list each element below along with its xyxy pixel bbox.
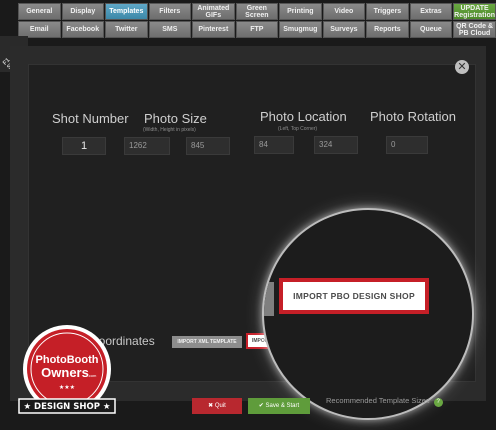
zoom-callout: IMPORT PBO DESIGN SHOP <box>262 208 474 420</box>
zoom-xml-button-edge <box>264 282 274 316</box>
quit-button[interactable]: ✖ Quit <box>192 398 242 414</box>
tab-pinterest[interactable]: Pinterest <box>192 21 235 38</box>
tab-facebook[interactable]: Facebook <box>61 21 105 38</box>
tab-ftp[interactable]: FTP <box>235 21 279 38</box>
close-icon[interactable]: ✕ <box>455 60 469 74</box>
x-icon: ✖ <box>208 403 215 409</box>
photo-location-label: Photo Location <box>260 109 347 124</box>
tab-smugmug[interactable]: Smugmug <box>279 21 322 38</box>
tab-surveys[interactable]: Surveys <box>322 21 366 38</box>
photo-height-field[interactable]: 845 <box>186 137 230 155</box>
tab-triggers[interactable]: Triggers <box>366 3 409 20</box>
logo-ribbon: ★ DESIGN SHOP ★ <box>23 402 110 412</box>
settings-tab-bar: General Display Templates Filters Animat… <box>18 3 496 38</box>
logo-line2: Owners <box>41 365 89 380</box>
tab-twitter[interactable]: Twitter <box>105 21 148 38</box>
tab-queue[interactable]: Queue <box>409 21 453 38</box>
logo-stars: ★★★ <box>59 384 75 391</box>
tab-reports[interactable]: Reports <box>366 21 409 38</box>
photo-size-label: Photo Size <box>144 111 207 126</box>
tab-filters[interactable]: Filters <box>148 3 192 20</box>
shot-number-field[interactable]: 1 <box>62 137 106 155</box>
save-start-label: Save & Start <box>265 403 300 409</box>
tab-sms[interactable]: SMS <box>148 21 192 38</box>
photo-top-field[interactable]: 324 <box>314 136 358 154</box>
tab-templates[interactable]: Templates <box>105 3 148 20</box>
photoboothowners-design-shop-logo: PhotoBooth Owners .com ★★★ ★ DESIGN SHOP… <box>18 325 116 414</box>
tab-video[interactable]: Video <box>322 3 366 20</box>
photo-rotation-field[interactable]: 0 <box>386 136 428 154</box>
save-and-start-button[interactable]: ✔ Save & Start <box>248 398 310 414</box>
tab-animated-gifs[interactable]: Animated GIFs <box>192 3 235 20</box>
zoomed-import-pbo-design-shop-button[interactable]: IMPORT PBO DESIGN SHOP <box>279 278 429 314</box>
photo-size-hint: (Width, Height in pixels) <box>143 127 196 133</box>
quit-label: Quit <box>214 403 226 409</box>
photo-left-field[interactable]: 84 <box>254 136 294 154</box>
tab-display[interactable]: Display <box>61 3 105 20</box>
check-icon: ✔ <box>258 403 266 409</box>
tab-general[interactable]: General <box>18 3 61 20</box>
tab-printing[interactable]: Printing <box>279 3 322 20</box>
photo-location-hint: (Left, Top Corner) <box>278 126 318 132</box>
tab-qr-code[interactable]: QR Code & PB Cloud <box>453 21 496 38</box>
tab-green-screen[interactable]: Green Screen <box>235 3 279 20</box>
photo-width-field[interactable]: 1262 <box>124 137 170 155</box>
logo-com: .com <box>88 373 97 378</box>
tab-extras[interactable]: Extras <box>409 3 453 20</box>
tab-registration[interactable]: UPDATE Registration <box>453 3 496 20</box>
photo-rotation-label: Photo Rotation <box>370 109 457 124</box>
recommended-label: Recommended Template Sizes <box>326 396 430 405</box>
help-icon[interactable]: ? <box>433 398 443 407</box>
shot-number-label: Shot Number <box>52 111 129 126</box>
import-xml-template-button[interactable]: IMPORT XML TEMPLATE <box>172 336 242 348</box>
recommended-template-sizes-link[interactable]: Recommended Template Sizes? <box>326 396 443 407</box>
